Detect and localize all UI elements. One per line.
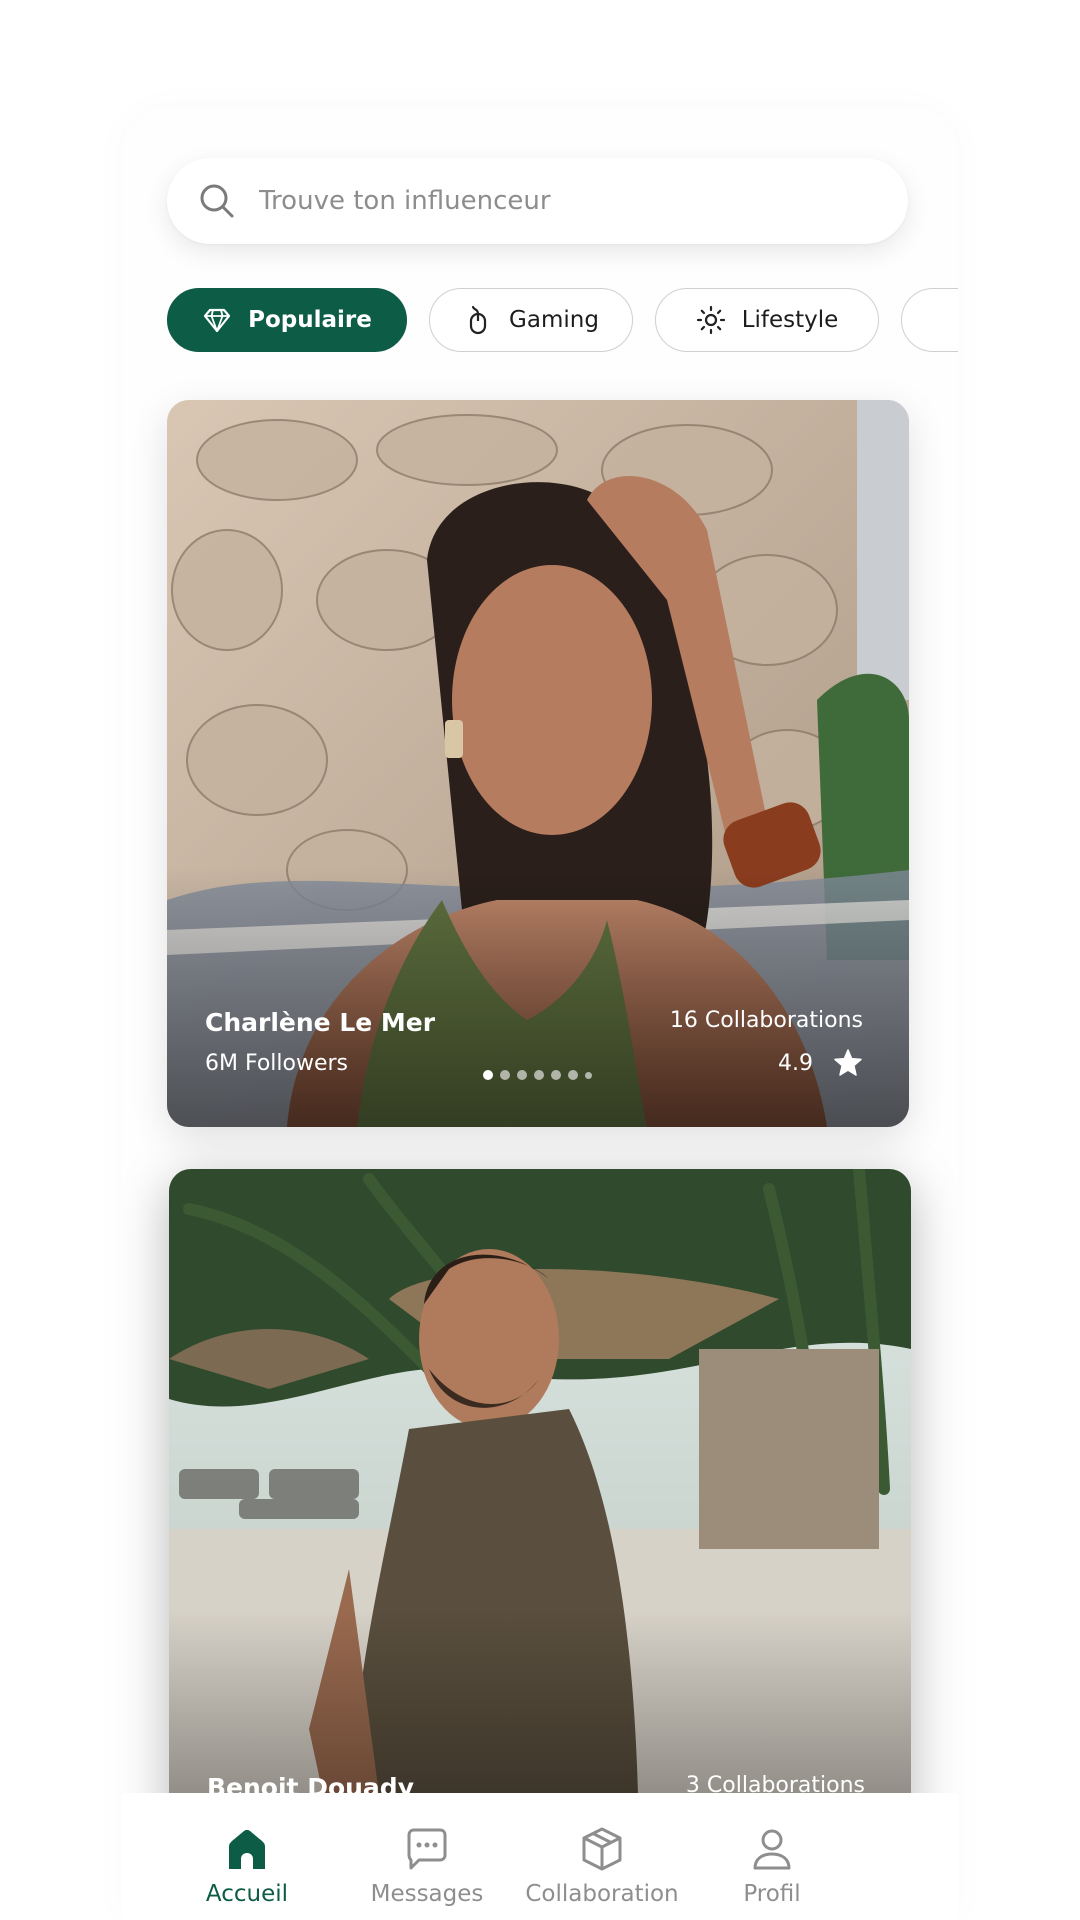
influencer-collaborations: 16 Collaborations [669,1008,863,1033]
search-input[interactable] [259,186,859,216]
chip-label: Lifestyle [741,307,839,333]
mouse-icon [469,305,487,335]
user-icon [753,1829,791,1870]
pagination-dot[interactable] [568,1070,578,1080]
pagination-dot[interactable] [483,1070,493,1080]
home-icon [229,1829,265,1869]
chip-populaire[interactable]: Populaire [167,288,407,352]
card-overlay [167,867,909,1127]
bottom-navigation: Accueil Messages Collaboration Profil [122,1793,958,1920]
pagination-dot[interactable] [585,1071,592,1079]
nav-label: Accueil [205,1881,289,1907]
search-bar[interactable] [167,158,908,244]
photo-pagination[interactable] [483,1070,592,1080]
pagination-dot[interactable] [500,1070,510,1080]
category-chips: Populaire Gaming Lifestyle [167,288,958,354]
nav-item-messages[interactable]: Messages [362,1793,492,1907]
chip-more[interactable] [901,288,958,352]
rating-value: 4.9 [778,1050,813,1076]
pagination-dot[interactable] [534,1070,544,1080]
nav-label: Collaboration [525,1881,679,1907]
chip-label: Gaming [509,307,599,333]
sun-icon [696,305,725,335]
chat-icon [407,1828,447,1870]
nav-label: Messages [370,1881,484,1907]
chip-lifestyle[interactable]: Lifestyle [655,288,879,352]
nav-item-profil[interactable]: Profil [722,1793,822,1907]
pagination-dot[interactable] [551,1070,561,1080]
nav-label: Profil [743,1881,801,1907]
influencer-name: Charlène Le Mer [205,1008,436,1037]
influencer-followers: 6M Followers [205,1051,349,1076]
star-icon [834,1049,862,1076]
diamond-icon [204,308,231,333]
pagination-dot[interactable] [517,1070,527,1080]
nav-item-accueil[interactable]: Accueil [192,1793,302,1907]
nav-item-collaboration[interactable]: Collaboration [522,1793,682,1907]
box-icon [582,1827,622,1871]
app-screen: Populaire Gaming Lifestyle [122,108,958,1920]
chip-label: Populaire [248,307,372,333]
chip-gaming[interactable]: Gaming [429,288,633,352]
search-icon [200,184,234,218]
influencer-card[interactable]: Benoit Douady 3 Collaborations [169,1169,911,1869]
influencer-rating: 4.9 [778,1048,863,1078]
influencer-card[interactable]: Charlène Le Mer 6M Followers 16 Collabor… [167,400,909,1127]
